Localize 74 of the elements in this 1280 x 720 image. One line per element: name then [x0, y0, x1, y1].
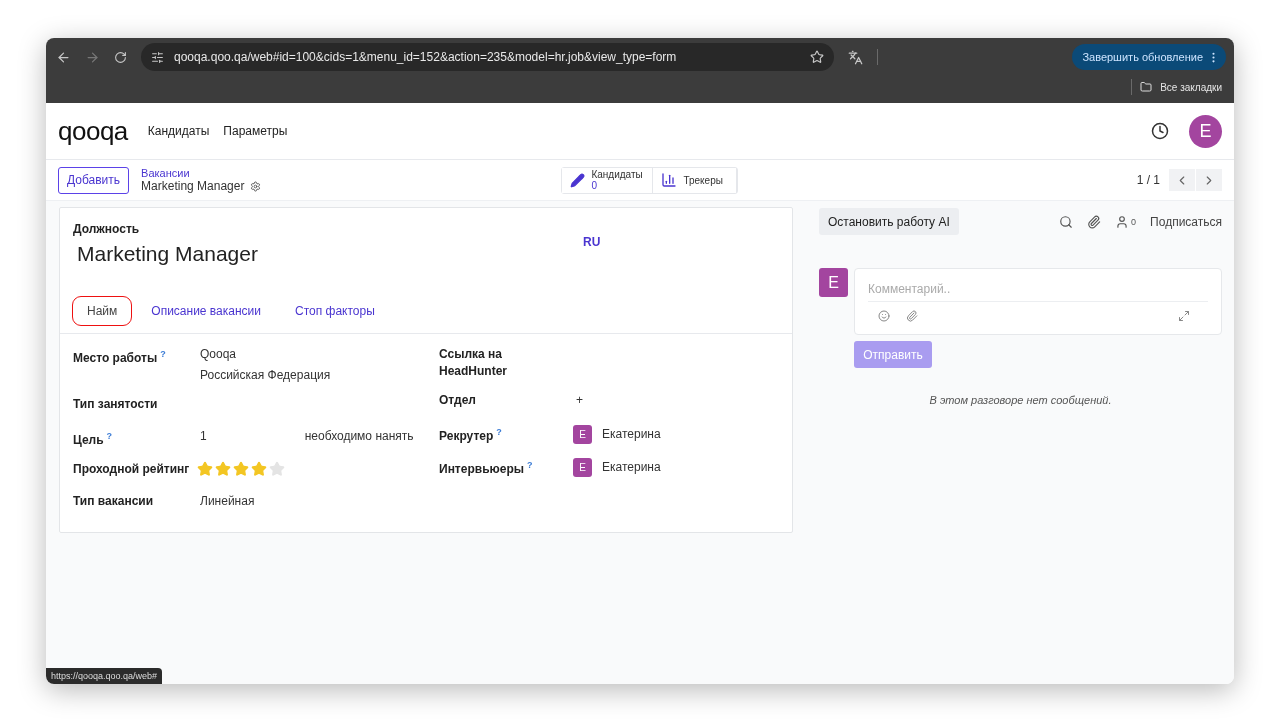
star-icon[interactable]: [251, 461, 267, 477]
next-button[interactable]: [1196, 169, 1222, 191]
field-label: Тип вакансии: [73, 493, 155, 510]
expand-icon[interactable]: [1178, 310, 1190, 322]
breadcrumb-link[interactable]: Вакансии: [141, 167, 262, 179]
field-label: Проходной рейтинг: [73, 461, 191, 478]
field-label: Место работы $^{?}$: [73, 348, 167, 367]
update-button[interactable]: Завершить обновление: [1072, 44, 1226, 70]
address-bar[interactable]: qooqa.qoo.qa/web#id=100&cids=1&menu_id=152&action=235&model=hr.job&view_type=form: [141, 43, 834, 71]
smart-button-label: Трекеры: [683, 174, 723, 186]
user-avatar: E: [573, 425, 592, 444]
bookmarks-label[interactable]: Все закладки: [1160, 81, 1222, 93]
stop-ai-button[interactable]: Остановить работу AI: [819, 208, 959, 235]
help-mark[interactable]: ?: [527, 460, 533, 470]
star-icon[interactable]: [233, 461, 249, 477]
url-text: qooqa.qoo.qa/web#id=100&cids=1&menu_id=152&action=235&model=hr.job&view_type=form: [174, 50, 678, 64]
translate-icon[interactable]: [848, 49, 863, 65]
clock-icon[interactable]: [1151, 122, 1169, 140]
field-label: Рекрутер $^{?}$: [439, 426, 503, 445]
user-avatar: E: [573, 458, 592, 477]
field-label: Тип занятости: [73, 396, 159, 413]
help-mark[interactable]: ?: [496, 427, 502, 437]
field-suffix: необходимо нанять: [304, 428, 414, 445]
record-title: Marketing Manager: [141, 179, 245, 193]
add-button[interactable]: Добавить: [58, 166, 130, 194]
status-url-tooltip: https://qooqa.qoo.qa/web#: [46, 668, 163, 684]
field-value: Российская Федерация: [199, 367, 331, 384]
settings-icon[interactable]: [250, 180, 262, 192]
pencil-icon: [570, 172, 586, 188]
tab[interactable]: Найм: [72, 295, 133, 326]
field-value: Екатерина: [601, 426, 661, 443]
user-avatar: E: [819, 268, 848, 297]
job-title[interactable]: Marketing Manager: [77, 242, 583, 266]
field-label: Цель $^{?}$: [73, 430, 114, 449]
smart-button-count: 0: [591, 180, 597, 191]
star-icon[interactable]: [215, 461, 231, 477]
search-icon[interactable]: [1059, 214, 1074, 229]
follow-button[interactable]: Подписаться: [1150, 214, 1222, 229]
back-icon[interactable]: [56, 49, 71, 65]
folder-icon: [1140, 81, 1153, 93]
logo[interactable]: qooqa: [58, 115, 128, 147]
reload-icon[interactable]: [114, 50, 127, 64]
field-label: Отдел: [439, 392, 477, 409]
field-value: Линейная: [199, 493, 255, 510]
add-value[interactable]: +: [573, 392, 583, 412]
pager-text: 1 / 1: [1136, 173, 1160, 187]
previous-button[interactable]: [1169, 169, 1195, 191]
help-mark[interactable]: ?: [106, 431, 113, 441]
star-icon[interactable]: [197, 461, 213, 477]
follower-count: 0: [1131, 216, 1137, 227]
field-value: 1: [199, 428, 207, 445]
bar-chart-icon: [661, 172, 678, 188]
field-value: Екатерина: [601, 459, 661, 476]
field-value: Qooqa: [199, 346, 238, 363]
followers-icon[interactable]: [1115, 214, 1130, 229]
user-avatar[interactable]: E: [1189, 114, 1222, 148]
language-link[interactable]: RU: [583, 235, 601, 266]
nav-menu-item[interactable]: Кандидаты: [147, 124, 210, 138]
paperclip-icon[interactable]: [1087, 214, 1102, 229]
field-label: Интервьюеры $^{?}$: [439, 459, 534, 478]
field-label: Должность: [73, 222, 141, 236]
star-icon[interactable]: [269, 461, 285, 477]
empty-message: В этом разговоре нет сообщений.: [928, 394, 1113, 406]
field-label: Ссылка на HeadHunter: [439, 346, 508, 380]
emoji-icon[interactable]: [878, 310, 890, 322]
nav-menu-item[interactable]: Параметры: [223, 124, 288, 138]
paperclip-icon[interactable]: [906, 310, 918, 322]
comment-box[interactable]: Комментарий..: [854, 268, 1222, 335]
candidates-smart-button[interactable]: Кандидаты 0: [562, 167, 654, 193]
help-mark[interactable]: ?: [160, 349, 166, 359]
forward-icon[interactable]: [85, 49, 100, 65]
site-info-icon[interactable]: [151, 50, 164, 64]
bookmark-star-icon[interactable]: [810, 50, 824, 64]
smart-button-label: Кандидаты: [591, 169, 643, 180]
